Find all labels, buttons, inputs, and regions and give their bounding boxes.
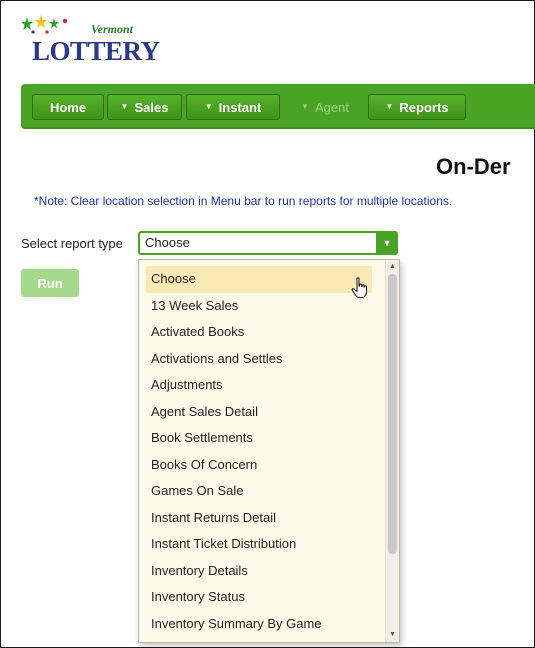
nav-sales-label: Sales [134, 99, 169, 115]
triangle-down-icon: ▼ [385, 102, 394, 111]
dropdown-option[interactable]: Instant Ticket Distribution [139, 531, 385, 558]
select-dropdown-button[interactable]: ▼ [376, 231, 398, 255]
scroll-up-arrow-icon[interactable]: ▲ [386, 261, 399, 273]
report-type-select[interactable]: Choose ▼ [138, 231, 398, 255]
scrollbar-thumb[interactable] [388, 274, 397, 554]
report-type-value: Choose [145, 235, 190, 250]
dropdown-option[interactable]: Adjustments [139, 372, 385, 399]
nav-reports-label: Reports [399, 99, 449, 115]
triangle-down-icon: ▼ [301, 102, 309, 111]
dropdown-option[interactable]: Agent Sales Detail [139, 399, 385, 426]
triangle-down-icon: ▼ [120, 102, 129, 111]
logo-wordmark: LOTTERY [32, 36, 160, 66]
dropdown-option-choose[interactable]: Choose [146, 266, 372, 293]
nav-home-button[interactable]: Home [32, 94, 104, 120]
nav-agent-label: Agent [314, 99, 349, 115]
dropdown-option[interactable]: Inventory Details [139, 558, 385, 585]
nav-instant-button[interactable]: ▼ Instant [186, 94, 280, 120]
run-button: Run [21, 269, 79, 297]
nav-home-label: Home [49, 99, 87, 115]
run-button-label: Run [37, 275, 63, 291]
nav-reports-button[interactable]: ▼ Reports [368, 94, 466, 120]
vermont-lottery-logo[interactable]: Vermont LOTTERY [21, 15, 161, 71]
page-title: On-Der [436, 154, 511, 179]
dropdown-option[interactable]: Book Settlements [139, 425, 385, 452]
hand-pointer-icon [351, 277, 367, 298]
dropdown-option[interactable]: Inventory Status [139, 584, 385, 611]
dropdown-option[interactable]: Activated Books [139, 319, 385, 346]
report-type-dropdown[interactable]: Choose 13 Week Sales Activated Books Act… [138, 259, 400, 643]
triangle-down-icon: ▼ [382, 238, 392, 248]
dropdown-option[interactable]: Inventory Summary By Game [139, 611, 385, 638]
scroll-down-arrow-icon[interactable]: ▼ [386, 629, 399, 641]
dropdown-option[interactable]: Instant Returns Detail [139, 505, 385, 532]
dropdown-option[interactable]: Activations and Settles [139, 346, 385, 373]
nav-sales-button[interactable]: ▼ Sales [107, 94, 182, 120]
dropdown-options: Choose 13 Week Sales Activated Books Act… [139, 266, 385, 637]
nav-instant-label: Instant [218, 99, 262, 115]
dropdown-option[interactable]: Games On Sale [139, 478, 385, 505]
logo-script-text: Vermont [91, 22, 134, 36]
triangle-down-icon: ▼ [204, 102, 213, 111]
main-nav-bar: Home ▼ Sales ▼ Instant ▼ Agent ▼ Reports [21, 84, 535, 129]
location-note: *Note: Clear location selection in Menu … [34, 194, 453, 208]
dropdown-option[interactable]: Books Of Concern [139, 452, 385, 479]
logo-stars-icon [21, 15, 68, 34]
report-type-label: Select report type [21, 236, 123, 251]
dropdown-scrollbar[interactable]: ▲ ▼ [385, 260, 399, 642]
dropdown-option[interactable]: 13 Week Sales [139, 293, 385, 320]
nav-agent-button: ▼ Agent [285, 94, 365, 120]
